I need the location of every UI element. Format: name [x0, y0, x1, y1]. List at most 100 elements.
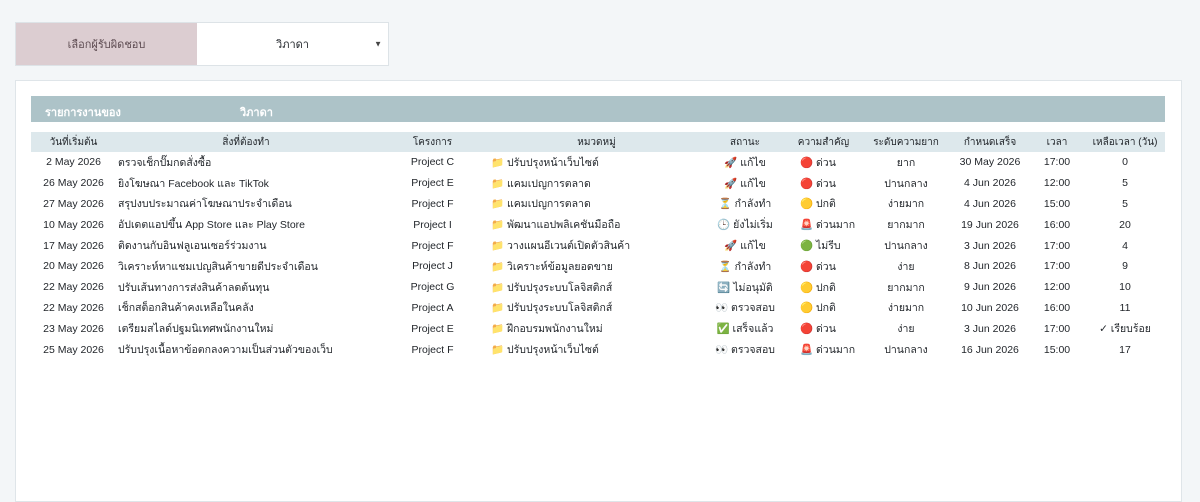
priority-cell: 🔴 ด่วน: [800, 177, 836, 190]
task-panel: รายการงานของ วิภาดา วันที่เริ่มต้น สิ่งที…: [15, 80, 1182, 502]
panel-owner: วิภาดา: [240, 107, 273, 119]
priority-cell: 🔴 ด่วน: [800, 323, 836, 336]
task-table: วันที่เริ่มต้น สิ่งที่ต้องทำ โครงการ หมวดหม…: [31, 132, 1165, 360]
task-cell: เช็กสต็อกสินค้าคงเหลือในคลัง: [118, 302, 254, 315]
remaining-cell: 5: [1122, 197, 1128, 210]
category-cell: 📁 ปรับปรุงระบบโลจิสติกส์: [491, 281, 613, 294]
difficulty-cell: ง่าย: [897, 323, 915, 336]
owner-select-value: วิภาดา: [276, 39, 309, 51]
status-cell: 🔄 ไม่อนุมัติ: [717, 281, 773, 294]
category-cell: 📁 ฝึกอบรมพนักงานใหม่: [491, 323, 603, 336]
header-project: โครงการ: [412, 136, 453, 148]
header-status: สถานะ: [730, 136, 760, 148]
task-cell: ปรับเส้นทางการส่งสินค้าลดต้นทุน: [118, 281, 270, 294]
difficulty-cell: ปานกลาง: [884, 177, 928, 190]
remaining-cell: 17: [1119, 343, 1131, 356]
difficulty-cell: ง่ายมาก: [887, 302, 925, 315]
table-row[interactable]: 23 May 2026 เตรียมสไลด์ปฐมนิเทศพนักงานใหม…: [31, 318, 1165, 339]
table-row[interactable]: 26 May 2026 ยิงโฆษณา Facebook และ TikTok P…: [31, 173, 1165, 194]
chevron-down-icon[interactable]: ▼: [374, 40, 382, 49]
project-cell: Project F: [411, 343, 454, 356]
status-cell: ⏳ กำลังทำ: [718, 260, 772, 273]
time-cell: 16:00: [1043, 218, 1071, 231]
remaining-cell: 0: [1122, 156, 1128, 169]
priority-cell: 🟢 ไม่รีบ: [800, 240, 841, 253]
start-date-cell: 27 May 2026: [43, 197, 104, 210]
table-row[interactable]: 27 May 2026 สรุปงบประมาณค่าโฆษณาประจำเดือ…: [31, 194, 1165, 215]
table-row[interactable]: 10 May 2026 อัปเดตแอปขึ้น App Store และ P…: [31, 214, 1165, 235]
start-date-cell: 2 May 2026: [46, 156, 101, 169]
project-cell: Project E: [411, 177, 454, 190]
status-cell: 🕒 ยังไม่เริ่ม: [717, 219, 773, 232]
remaining-cell: 20: [1119, 218, 1131, 231]
project-cell: Project F: [411, 197, 454, 210]
remaining-cell: 5: [1122, 177, 1128, 190]
time-cell: 17:00: [1043, 322, 1071, 335]
priority-cell: 🟡 ปกติ: [800, 198, 836, 211]
start-date-cell: 20 May 2026: [43, 260, 104, 273]
due-date-cell: 10 Jun 2026: [961, 301, 1019, 314]
header-category: หมวดหมู่: [577, 136, 616, 148]
priority-cell: 🚨 ด่วนมาก: [800, 344, 856, 357]
category-cell: 📁 วิเคราะห์ข้อมูลยอดขาย: [491, 260, 613, 273]
category-cell: 📁 ปรับปรุงหน้าเว็บไซต์: [491, 156, 599, 169]
project-cell: Project E: [411, 322, 454, 335]
table-row[interactable]: 17 May 2026 ติดงานกับอินฟลูเอนเซอร์ร่วมงา…: [31, 235, 1165, 256]
time-cell: 17:00: [1043, 260, 1071, 273]
project-cell: Project J: [412, 260, 453, 273]
difficulty-cell: ยากมาก: [887, 219, 925, 232]
due-date-cell: 3 Jun 2026: [964, 239, 1016, 252]
task-cell: ยิงโฆษณา Facebook และ TikTok: [118, 177, 269, 190]
status-cell: ✅ เสร็จแล้ว: [716, 323, 774, 336]
difficulty-cell: ยากมาก: [887, 281, 925, 294]
task-cell: สรุปงบประมาณค่าโฆษณาประจำเดือน: [118, 198, 292, 211]
task-cell: ติดงานกับอินฟลูเอนเซอร์ร่วมงาน: [118, 240, 267, 253]
owner-select[interactable]: วิภาดา ▼: [197, 23, 388, 65]
time-cell: 17:00: [1043, 239, 1071, 252]
due-date-cell: 19 Jun 2026: [961, 218, 1019, 231]
category-cell: 📁 วางแผนอีเวนต์เปิดตัวสินค้า: [491, 240, 631, 253]
time-cell: 17:00: [1043, 156, 1071, 169]
project-cell: Project C: [410, 156, 455, 169]
owner-filter-label: เลือกผู้รับผิดชอบ: [16, 23, 197, 65]
header-start-date: วันที่เริ่มต้น: [49, 136, 98, 148]
table-row[interactable]: 22 May 2026 เช็กสต็อกสินค้าคงเหลือในคลัง P…: [31, 298, 1165, 319]
time-cell: 15:00: [1043, 197, 1071, 210]
due-date-cell: 3 Jun 2026: [964, 322, 1016, 335]
status-cell: 🚀 แก้ไข: [724, 156, 766, 169]
time-cell: 12:00: [1043, 177, 1071, 190]
project-cell: Project F: [411, 239, 454, 252]
time-cell: 12:00: [1043, 281, 1071, 294]
table-row[interactable]: 2 May 2026 ตรวจเช็กปั๊มกดสั่งซื้อ Project …: [31, 152, 1165, 173]
remaining-cell: ✓ เรียบร้อย: [1099, 323, 1151, 336]
time-cell: 15:00: [1043, 343, 1071, 356]
header-priority: ความสำคัญ: [797, 136, 850, 148]
status-cell: ⏳ กำลังทำ: [718, 198, 772, 211]
task-cell: เตรียมสไลด์ปฐมนิเทศพนักงานใหม่: [118, 323, 274, 336]
due-date-cell: 16 Jun 2026: [961, 343, 1019, 356]
status-cell: 👀 ตรวจสอบ: [715, 302, 775, 315]
difficulty-cell: ง่ายมาก: [887, 198, 925, 211]
remaining-cell: 11: [1119, 301, 1131, 314]
owner-filter: เลือกผู้รับผิดชอบ วิภาดา ▼: [15, 22, 389, 66]
priority-cell: 🚨 ด่วนมาก: [800, 219, 856, 232]
start-date-cell: 26 May 2026: [43, 177, 104, 190]
panel-title: รายการงานของ: [45, 107, 121, 119]
remaining-cell: 10: [1119, 281, 1131, 294]
category-cell: 📁 ปรับปรุงระบบโลจิสติกส์: [491, 302, 613, 315]
task-cell: ตรวจเช็กปั๊มกดสั่งซื้อ: [118, 156, 212, 169]
difficulty-cell: ปานกลาง: [884, 344, 928, 357]
table-row[interactable]: 20 May 2026 วิเคราะห์หาแชมเปญสินค้าขายดีป…: [31, 256, 1165, 277]
due-date-cell: 9 Jun 2026: [964, 281, 1016, 294]
category-cell: 📁 พัฒนาแอปพลิเคชันมือถือ: [491, 219, 621, 232]
table-row[interactable]: 25 May 2026 ปรับปรุงเนื้อหาข้อตกลงความเป็…: [31, 339, 1165, 360]
task-cell: วิเคราะห์หาแชมเปญสินค้าขายดีประจำเดือน: [118, 260, 318, 273]
table-header-row: วันที่เริ่มต้น สิ่งที่ต้องทำ โครงการ หมวดหม…: [31, 132, 1165, 152]
time-cell: 16:00: [1043, 301, 1071, 314]
header-difficulty: ระดับความยาก: [873, 136, 939, 148]
project-cell: Project I: [413, 218, 452, 231]
priority-cell: 🔴 ด่วน: [800, 260, 836, 273]
table-row[interactable]: 22 May 2026 ปรับเส้นทางการส่งสินค้าลดต้นท…: [31, 277, 1165, 298]
difficulty-cell: ปานกลาง: [884, 240, 928, 253]
project-cell: Project A: [411, 301, 454, 314]
